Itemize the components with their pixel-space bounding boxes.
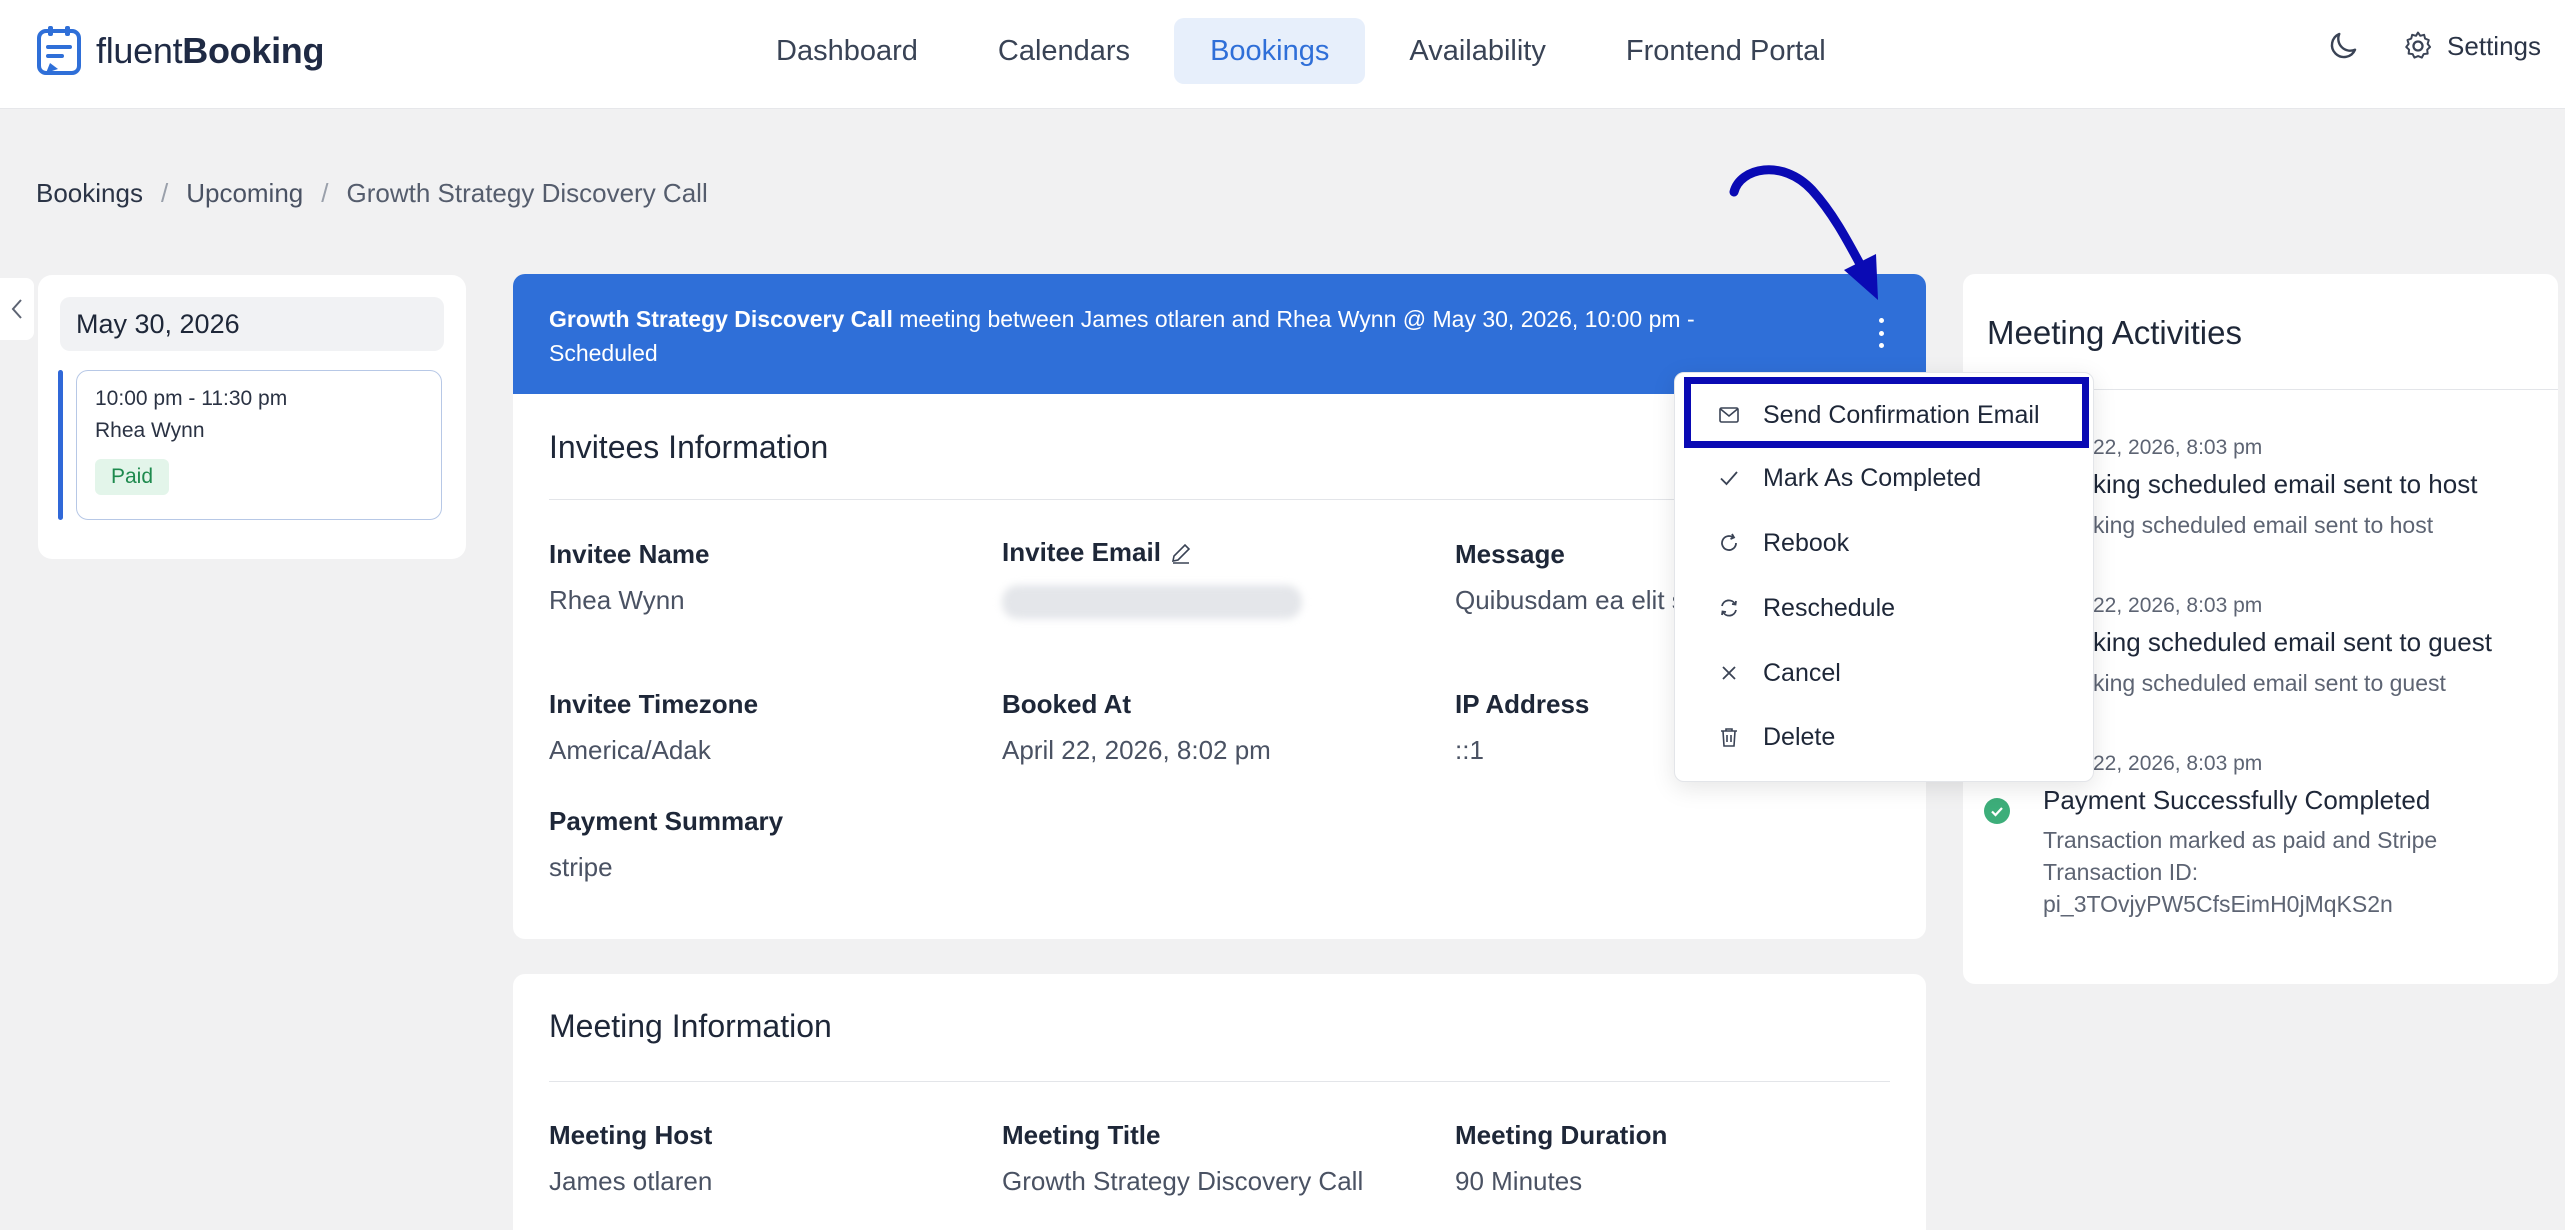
ip-address-label: IP Address (1455, 689, 1590, 719)
booked-at-value: April 22, 2026, 8:02 pm (1002, 735, 1271, 765)
annotation-arrow-icon (1729, 165, 1878, 300)
top-navbar: fluentBooking Dashboard Calendars Bookin… (0, 0, 2565, 109)
invitee-timezone-value: America/Adak (549, 735, 711, 765)
breadcrumb-current: Growth Strategy Discovery Call (346, 178, 708, 208)
edit-pencil-icon[interactable] (1169, 541, 1193, 565)
invitee-email-label: Invitee Email (1002, 537, 1161, 567)
breadcrumb: Bookings / Upcoming / Growth Strategy Di… (36, 178, 708, 209)
more-options-icon[interactable] (1875, 318, 1887, 348)
activity-time: 22, 2026, 8:03 pm (2093, 594, 2263, 617)
chevron-left-icon (11, 299, 22, 319)
menu-label: Delete (1763, 722, 1836, 751)
activity-description: king scheduled email sent to guest (2093, 670, 2446, 696)
payment-summary-value: stripe (549, 852, 613, 882)
activities-title: Meeting Activities (1987, 314, 2242, 351)
paid-status-badge: Paid (95, 459, 170, 495)
meeting-host-label: Meeting Host (549, 1120, 713, 1150)
breadcrumb-bookings[interactable]: Bookings (36, 178, 143, 209)
invitees-section-title: Invitees Information (549, 429, 829, 465)
nav-frontend-portal[interactable]: Frontend Portal (1590, 18, 1862, 84)
meeting-host-value: James otlaren (549, 1166, 713, 1196)
brand-name: fluentBooking (96, 30, 325, 71)
meeting-duration-label: Meeting Duration (1455, 1120, 1668, 1150)
section-divider (549, 1081, 1890, 1082)
meeting-duration-value: 90 Minutes (1455, 1166, 1583, 1196)
message-label: Message (1455, 539, 1565, 569)
booked-at-label: Booked At (1002, 689, 1132, 719)
menu-rebook[interactable]: Rebook (1675, 511, 2095, 575)
slot-time: 10:00 pm - 11:30 pm (95, 387, 288, 410)
activity-time: 22, 2026, 8:03 pm (2093, 436, 2263, 459)
highlight-box (1684, 377, 2089, 448)
booking-slot-card[interactable]: 10:00 pm - 11:30 pm Rhea Wynn Paid (76, 370, 442, 520)
banner-meeting-title: Growth Strategy Discovery Call (549, 306, 893, 332)
meeting-title-label: Meeting Title (1002, 1120, 1161, 1150)
gear-icon (2405, 31, 2432, 59)
menu-label: Cancel (1763, 658, 1841, 687)
invitee-name-label: Invitee Name (549, 539, 710, 569)
invitee-email-label-row: Invitee Email (1002, 537, 1193, 568)
activity-description: Transaction marked as paid and Stripe (2043, 827, 2438, 853)
calendar-day-panel: May 30, 2026 10:00 pm - 11:30 pm Rhea Wy… (38, 275, 466, 559)
meeting-title-value: Growth Strategy Discovery Call (1002, 1166, 1364, 1196)
banner-line-1: Growth Strategy Discovery Call meeting b… (549, 302, 1890, 336)
menu-mark-as-completed[interactable]: Mark As Completed (1675, 446, 2095, 510)
ip-address-value: ::1 (1455, 735, 1484, 765)
slot-invitee-name: Rhea Wynn (95, 419, 205, 442)
menu-delete[interactable]: Delete (1675, 705, 2095, 769)
brand-logo[interactable]: fluentBooking (36, 24, 324, 78)
nav-calendars[interactable]: Calendars (962, 18, 1166, 84)
fluentbooking-logo-icon (37, 26, 81, 75)
transaction-id: pi_3TOvjyPW5CfsEimH0jMqKS2n (2043, 891, 2393, 917)
selected-date[interactable]: May 30, 2026 (60, 297, 444, 351)
settings-button[interactable]: Settings (2401, 29, 2541, 63)
top-right-actions: Settings (2325, 28, 2541, 64)
breadcrumb-upcoming[interactable]: Upcoming (186, 178, 303, 209)
activity-heading: king scheduled email sent to host (2093, 469, 2478, 499)
nav-dashboard[interactable]: Dashboard (740, 18, 954, 84)
invitee-name-value: Rhea Wynn (549, 585, 685, 615)
refresh-icon (1721, 533, 1737, 551)
menu-label: Rebook (1763, 528, 1850, 557)
banner-status: Scheduled (549, 340, 658, 366)
invitee-email-value-blurred (1002, 585, 1302, 619)
trash-icon (1721, 728, 1737, 747)
menu-reschedule[interactable]: Reschedule (1675, 576, 2095, 640)
activity-heading: king scheduled email sent to guest (2093, 627, 2492, 657)
success-check-icon (1984, 798, 2010, 824)
dark-mode-moon-icon[interactable] (2325, 28, 2361, 64)
activity-description: king scheduled email sent to host (2093, 512, 2434, 538)
invitee-timezone-label: Invitee Timezone (549, 689, 759, 719)
activity-time: 22, 2026, 8:03 pm (2093, 752, 2263, 775)
activity-description: Transaction ID: (2043, 859, 2199, 885)
menu-label: Reschedule (1763, 593, 1896, 622)
menu-cancel[interactable]: Cancel (1675, 641, 2095, 705)
menu-label: Mark As Completed (1763, 463, 1982, 492)
breadcrumb-separator: / (321, 178, 329, 208)
banner-description: meeting between James otlaren and Rhea W… (892, 306, 1695, 332)
check-icon (1720, 471, 1738, 486)
activity-heading: Payment Successfully Completed (2043, 785, 2431, 815)
meeting-section-title: Meeting Information (549, 1008, 832, 1044)
close-icon (1722, 666, 1736, 680)
main-nav: Dashboard Calendars Bookings Availabilit… (740, 18, 1862, 84)
settings-label: Settings (2447, 30, 2541, 61)
nav-bookings[interactable]: Bookings (1174, 18, 1366, 84)
slot-accent-bar (58, 370, 63, 520)
nav-availability[interactable]: Availability (1373, 18, 1581, 84)
message-value: Quibusdam ea elit s (1455, 585, 1685, 615)
payment-summary-label: Payment Summary (549, 806, 784, 836)
breadcrumb-separator: / (160, 178, 169, 208)
reschedule-icon (1721, 599, 1737, 617)
collapse-sidebar-button[interactable] (0, 278, 34, 340)
meeting-information-card: Meeting Information Meeting Host James o… (513, 974, 1926, 1230)
